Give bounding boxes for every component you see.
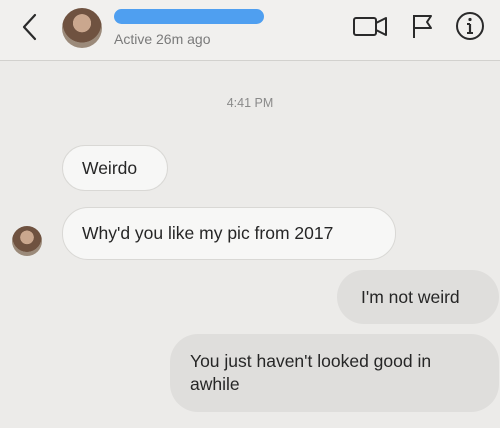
message-bubble-incoming[interactable]: Weirdo [62,145,168,191]
contact-name-redaction [114,9,264,24]
message-bubble-outgoing[interactable]: You just haven't looked good in awhile [170,334,499,412]
active-status: Active 26m ago [114,31,211,47]
message-text: I'm not weird [361,286,460,307]
chat-header: Active 26m ago [0,0,500,61]
info-icon[interactable] [454,10,486,42]
sender-avatar[interactable] [12,226,42,256]
message-bubble-outgoing[interactable]: I'm not weird [337,270,499,324]
contact-avatar[interactable] [62,8,102,48]
message-bubble-incoming[interactable]: Why'd you like my pic from 2017 [62,207,396,260]
flag-icon[interactable] [410,11,436,41]
video-call-icon[interactable] [352,11,390,41]
message-timestamp: 4:41 PM [226,96,274,110]
message-text: You just haven't looked good in awhile [190,351,432,394]
back-chevron-icon[interactable] [18,12,42,42]
message-text: Why'd you like my pic from 2017 [82,223,334,243]
message-text: Weirdo [82,157,138,178]
